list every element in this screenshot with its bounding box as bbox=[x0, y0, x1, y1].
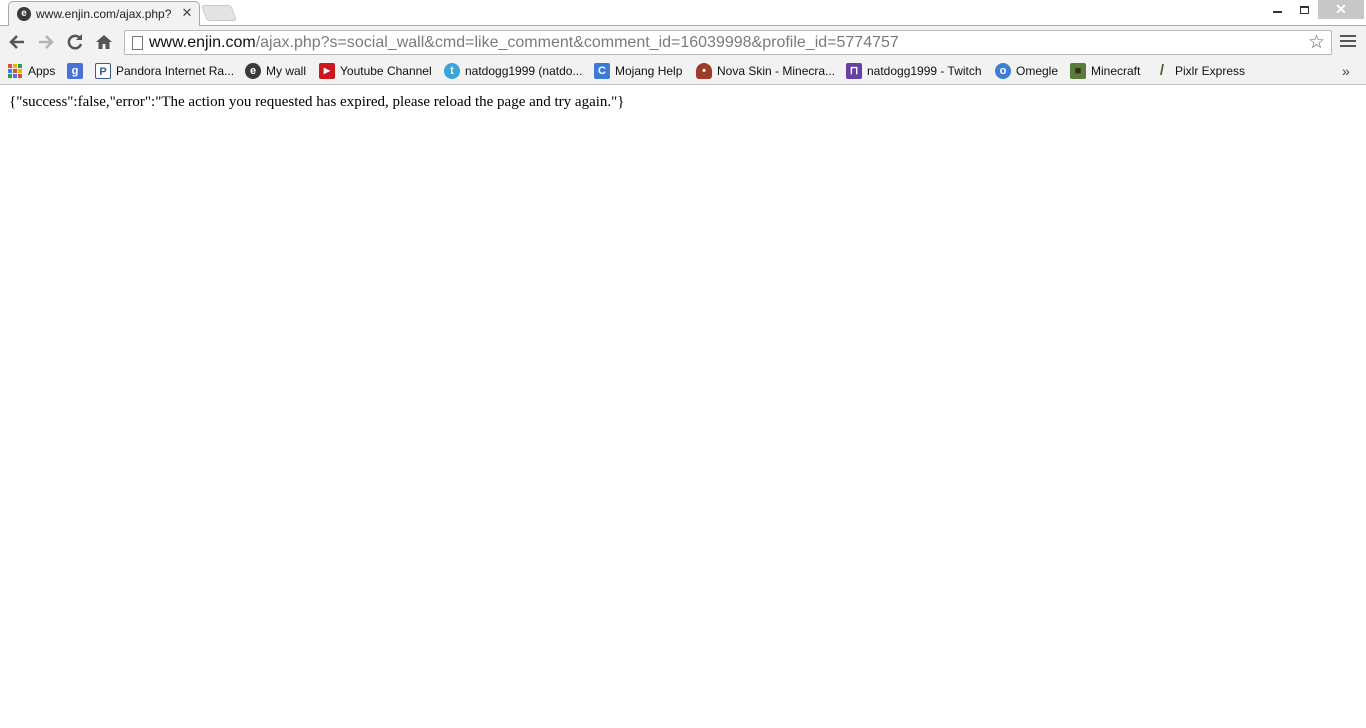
omegle-icon: o bbox=[995, 63, 1011, 79]
new-tab-button[interactable] bbox=[201, 5, 237, 21]
forward-arrow-icon bbox=[39, 35, 54, 49]
bookmark-label: natdogg1999 - Twitch bbox=[867, 64, 982, 78]
nova-skin-icon: • bbox=[696, 63, 712, 79]
toolbar: www.enjin.com/ajax.php?s=social_wall&cmd… bbox=[0, 25, 1366, 58]
home-button[interactable] bbox=[93, 31, 115, 53]
url-host: www.enjin.com bbox=[149, 34, 256, 51]
address-bar[interactable]: www.enjin.com/ajax.php?s=social_wall&cmd… bbox=[124, 30, 1332, 55]
browser-tab[interactable]: e www.enjin.com/ajax.php? ✕ bbox=[8, 1, 200, 26]
twitch-icon: ⊓ bbox=[846, 63, 862, 79]
tab-close-icon[interactable]: ✕ bbox=[179, 5, 195, 21]
twitter-icon: t bbox=[444, 63, 460, 79]
bookmark-label: My wall bbox=[266, 64, 307, 78]
url-text[interactable]: www.enjin.com/ajax.php?s=social_wall&cmd… bbox=[149, 34, 899, 52]
bookmark-label: Omegle bbox=[1016, 64, 1059, 78]
restore-button[interactable] bbox=[1291, 0, 1317, 19]
more-bookmarks-icon[interactable]: » bbox=[1342, 62, 1350, 80]
reload-icon bbox=[67, 34, 83, 50]
bookmark-label: natdogg1999 (natdo... bbox=[465, 64, 583, 78]
forward-button[interactable] bbox=[35, 31, 57, 53]
pandora-icon: P bbox=[95, 63, 111, 79]
bookmark-label: Minecraft bbox=[1091, 64, 1141, 78]
minimize-icon bbox=[1272, 10, 1282, 13]
bookmark-label: Mojang Help bbox=[615, 64, 683, 78]
reload-button[interactable] bbox=[64, 31, 86, 53]
response-text: {"success":false,"error":"The action you… bbox=[9, 94, 625, 110]
mojang-help-icon: C bbox=[594, 63, 610, 79]
back-arrow-icon bbox=[9, 35, 24, 49]
bookmark-label: Pandora Internet Ra... bbox=[116, 64, 235, 78]
bookmark-label: Apps bbox=[28, 64, 56, 78]
close-window-button[interactable]: ✕ bbox=[1318, 0, 1364, 19]
bookmark-label: Nova Skin - Minecra... bbox=[717, 64, 836, 78]
bookmarks-bar: Apps g P Pandora Internet Ra... e My wal… bbox=[0, 58, 1366, 85]
url-path: /ajax.php?s=social_wall&cmd=like_comment… bbox=[255, 34, 899, 51]
title-bar: e www.enjin.com/ajax.php? ✕ ✕ bbox=[0, 0, 1366, 26]
back-button[interactable] bbox=[6, 31, 28, 53]
tab-title: www.enjin.com/ajax.php? bbox=[36, 7, 172, 21]
minecraft-icon: ■ bbox=[1070, 63, 1086, 79]
restore-icon bbox=[1299, 5, 1309, 14]
home-icon bbox=[96, 35, 112, 49]
enjin-icon: e bbox=[245, 63, 261, 79]
chrome-menu-icon[interactable] bbox=[1340, 35, 1356, 49]
page-icon bbox=[132, 36, 143, 50]
apps-grid-icon bbox=[8, 64, 22, 78]
pixlr-icon: / bbox=[1159, 62, 1165, 79]
bookmark-label: Youtube Channel bbox=[340, 64, 432, 78]
close-icon: ✕ bbox=[1335, 1, 1347, 17]
youtube-icon: ▶ bbox=[319, 63, 335, 79]
enjin-icon: e bbox=[17, 7, 31, 21]
minimize-button[interactable] bbox=[1264, 0, 1290, 19]
bookmark-star-icon[interactable]: ☆ bbox=[1308, 31, 1325, 54]
google-plus-icon: g bbox=[67, 63, 83, 79]
bookmark-label: Pixlr Express bbox=[1175, 64, 1246, 78]
